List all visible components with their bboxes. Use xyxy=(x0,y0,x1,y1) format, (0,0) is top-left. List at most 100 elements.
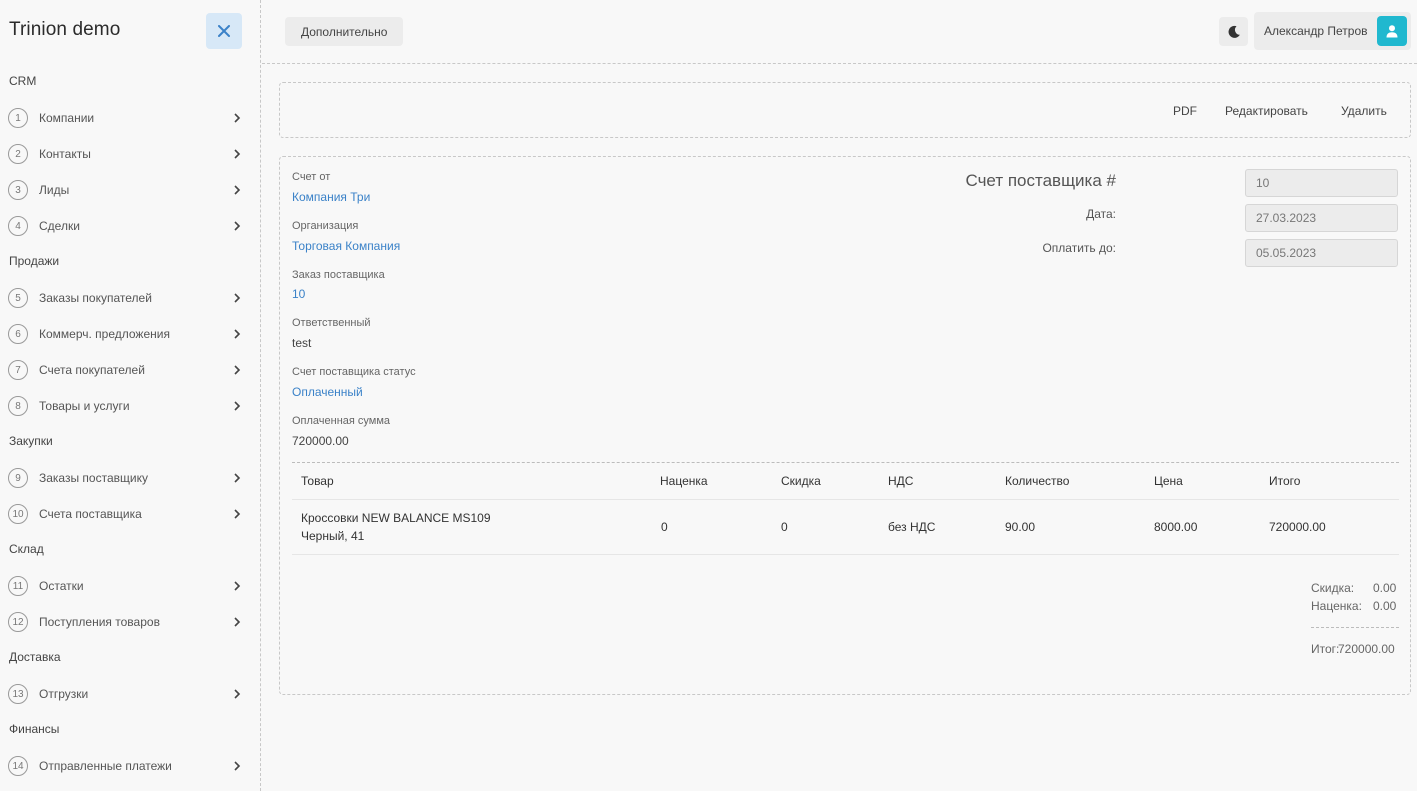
edit-button[interactable]: Редактировать xyxy=(1225,104,1308,118)
nav-number: 5 xyxy=(8,288,28,308)
chevron-right-icon xyxy=(234,185,241,195)
nav-number: 9 xyxy=(8,468,28,488)
user-name: Александр Петров xyxy=(1264,24,1368,38)
sidebar-item-customer-orders[interactable]: 5 Заказы покупателей xyxy=(8,287,244,309)
sidebar-item-label: Сделки xyxy=(39,219,80,233)
header-divider xyxy=(292,499,1399,500)
chevron-right-icon xyxy=(234,293,241,303)
cell-markup: 0 xyxy=(661,520,668,534)
moon-icon xyxy=(1228,25,1240,38)
date-label: Дата: xyxy=(1086,207,1116,221)
nav-number: 4 xyxy=(8,216,28,236)
pdf-button[interactable]: PDF xyxy=(1173,104,1197,118)
sidebar-item-products[interactable]: 8 Товары и услуги xyxy=(8,395,244,417)
chevron-right-icon xyxy=(234,329,241,339)
date-field[interactable]: 27.03.2023 xyxy=(1245,204,1398,232)
section-title-purchases: Закупки xyxy=(9,434,53,448)
section-title-crm: CRM xyxy=(9,74,37,88)
chevron-right-icon xyxy=(234,581,241,591)
column-header-markup: Наценка xyxy=(660,474,708,488)
field-value-status[interactable]: Оплаченный xyxy=(292,385,363,399)
field-label-supplier-order: Заказ поставщика xyxy=(292,269,385,281)
column-header-discount: Скидка xyxy=(781,474,821,488)
sidebar: Trinion demo CRM Продажи Закупки Склад Д… xyxy=(0,0,261,791)
chevron-right-icon xyxy=(234,689,241,699)
sidebar-item-receipts[interactable]: 12 Поступления товаров xyxy=(8,611,244,633)
close-sidebar-button[interactable] xyxy=(206,13,242,49)
field-value-organization[interactable]: Торговая Компания xyxy=(292,239,400,253)
invoice-card: Счет от Компания Три Организация Торгова… xyxy=(279,156,1411,695)
chevron-right-icon xyxy=(234,221,241,231)
sidebar-item-shipments[interactable]: 13 Отгрузки xyxy=(8,683,244,705)
sidebar-item-label: Товары и услуги xyxy=(39,399,130,413)
app-title: Trinion demo xyxy=(9,19,121,40)
nav-number: 2 xyxy=(8,144,28,164)
field-label-status: Счет поставщика статус xyxy=(292,366,416,378)
sidebar-item-label: Счета поставщика xyxy=(39,507,142,521)
chevron-right-icon xyxy=(234,401,241,411)
cell-quantity: 90.00 xyxy=(1005,520,1036,534)
sidebar-item-companies[interactable]: 1 Компании xyxy=(8,107,244,129)
section-title-finance: Финансы xyxy=(9,722,60,736)
summary-discount-value: 0.00 xyxy=(1373,581,1397,595)
section-title-delivery: Доставка xyxy=(9,650,61,664)
field-value-paid-amount: 720000.00 xyxy=(292,434,349,448)
summary-total-value: 720000.00 xyxy=(1338,642,1395,656)
sidebar-item-label: Остатки xyxy=(39,579,84,593)
summary-divider xyxy=(1311,627,1399,628)
field-value-from[interactable]: Компания Три xyxy=(292,190,370,204)
nav-number: 3 xyxy=(8,180,28,200)
column-header-price: Цена xyxy=(1154,474,1183,488)
nav-number: 10 xyxy=(8,504,28,524)
field-label-paid-amount: Оплаченная сумма xyxy=(292,415,391,427)
nav-number: 12 xyxy=(8,612,28,632)
column-header-quantity: Количество xyxy=(1005,474,1070,488)
cell-total: 720000.00 xyxy=(1269,520,1326,534)
cell-vat: без НДС xyxy=(888,520,936,534)
chevron-right-icon xyxy=(234,509,241,519)
delete-button[interactable]: Удалить xyxy=(1341,104,1387,118)
field-label-from: Счет от xyxy=(292,171,331,183)
sidebar-item-label: Коммерч. предложения xyxy=(39,327,170,341)
chevron-right-icon xyxy=(234,761,241,771)
extra-button[interactable]: Дополнительно xyxy=(285,17,404,46)
user-menu[interactable]: Александр Петров xyxy=(1254,12,1411,50)
chevron-right-icon xyxy=(234,473,241,483)
nav-number: 1 xyxy=(8,108,28,128)
sidebar-item-sent-payments[interactable]: 14 Отправленные платежи xyxy=(8,755,244,777)
sidebar-item-contacts[interactable]: 2 Контакты xyxy=(8,143,244,165)
table-divider xyxy=(292,462,1399,463)
due-date-field[interactable]: 05.05.2023 xyxy=(1245,239,1398,267)
chevron-right-icon xyxy=(234,149,241,159)
theme-toggle-button[interactable] xyxy=(1219,17,1248,46)
sidebar-item-label: Заказы поставщику xyxy=(39,471,148,485)
avatar[interactable] xyxy=(1377,16,1407,46)
chevron-right-icon xyxy=(234,365,241,375)
summary-markup-value: 0.00 xyxy=(1373,599,1397,613)
sidebar-item-label: Счета покупателей xyxy=(39,363,145,377)
nav-number: 13 xyxy=(8,684,28,704)
cell-product-name: Кроссовки NEW BALANCE MS109 xyxy=(301,511,491,525)
sidebar-item-supplier-invoices[interactable]: 10 Счета поставщика xyxy=(8,503,244,525)
user-icon xyxy=(1386,25,1398,38)
sidebar-item-label: Отправленные платежи xyxy=(39,759,172,773)
field-value-supplier-order[interactable]: 10 xyxy=(292,287,305,301)
nav-number: 7 xyxy=(8,360,28,380)
sidebar-item-customer-invoices[interactable]: 7 Счета покупателей xyxy=(8,359,244,381)
sidebar-item-quotes[interactable]: 6 Коммерч. предложения xyxy=(8,323,244,345)
invoice-number-field[interactable]: 10 xyxy=(1245,169,1398,197)
sidebar-item-label: Поступления товаров xyxy=(39,615,160,629)
sidebar-item-stock[interactable]: 11 Остатки xyxy=(8,575,244,597)
sidebar-item-label: Лиды xyxy=(39,183,70,197)
sidebar-item-leads[interactable]: 3 Лиды xyxy=(8,179,244,201)
sidebar-item-label: Компании xyxy=(39,111,95,125)
cell-discount: 0 xyxy=(781,520,788,534)
nav-number: 14 xyxy=(8,756,28,776)
due-date-label: Оплатить до: xyxy=(1042,241,1116,255)
field-value-responsible: test xyxy=(292,336,312,350)
field-label-organization: Организация xyxy=(292,220,359,232)
nav-number: 6 xyxy=(8,324,28,344)
sidebar-item-supplier-orders[interactable]: 9 Заказы поставщику xyxy=(8,467,244,489)
chevron-right-icon xyxy=(234,113,241,123)
sidebar-item-deals[interactable]: 4 Сделки xyxy=(8,215,244,237)
